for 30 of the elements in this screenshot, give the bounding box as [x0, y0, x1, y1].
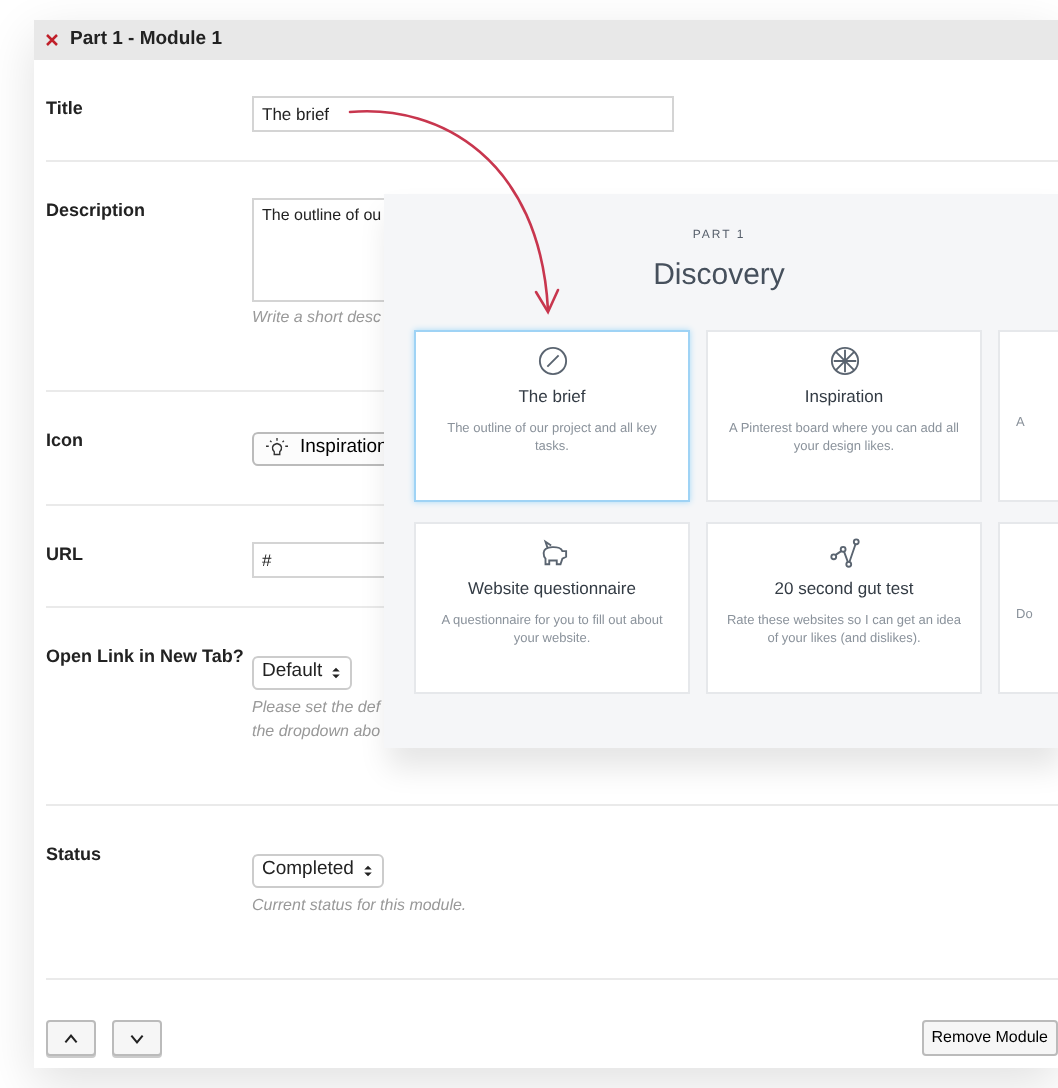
card-title: Website questionnaire: [468, 575, 636, 601]
card-title: Inspiration: [804, 383, 884, 409]
text-field[interactable]: The brief: [252, 96, 674, 132]
sort-icon: [361, 861, 374, 880]
move-down-button[interactable]: [112, 1020, 162, 1056]
card-title: The brief: [518, 383, 586, 409]
panel-title: Part 1 - Module 1: [70, 25, 223, 54]
help-text: Please set the def the dropdown abo: [252, 696, 384, 744]
field-label: Status: [46, 842, 104, 868]
chart-nodes-icon: [829, 537, 859, 567]
chevron-up-icon: [62, 1029, 80, 1047]
section-title: Discovery: [651, 256, 787, 296]
move-up-button[interactable]: [46, 1020, 96, 1056]
icon-name: Inspiration: [300, 434, 388, 463]
remove-button[interactable]: Remove Module: [921, 1020, 1058, 1056]
field-label: Description: [46, 198, 148, 224]
sort-icon: [330, 663, 343, 682]
field-label: URL: [46, 542, 85, 568]
piggy-bank-icon: [537, 537, 567, 567]
help-text: Write a short desc: [252, 306, 383, 330]
field-label: Open Link in New Tab?: [46, 644, 246, 670]
field-label: Title: [46, 96, 85, 122]
chevron-down-icon: [128, 1029, 146, 1047]
field-label: Icon: [46, 428, 86, 454]
lightbulb-icon: [266, 438, 288, 460]
card-title: 20 second gut test: [774, 575, 914, 601]
close-icon: [44, 32, 60, 48]
help-text: Current status for this module.: [252, 894, 469, 918]
dropdown[interactable]: Completed: [252, 853, 384, 888]
dropdown[interactable]: Default: [252, 655, 353, 690]
